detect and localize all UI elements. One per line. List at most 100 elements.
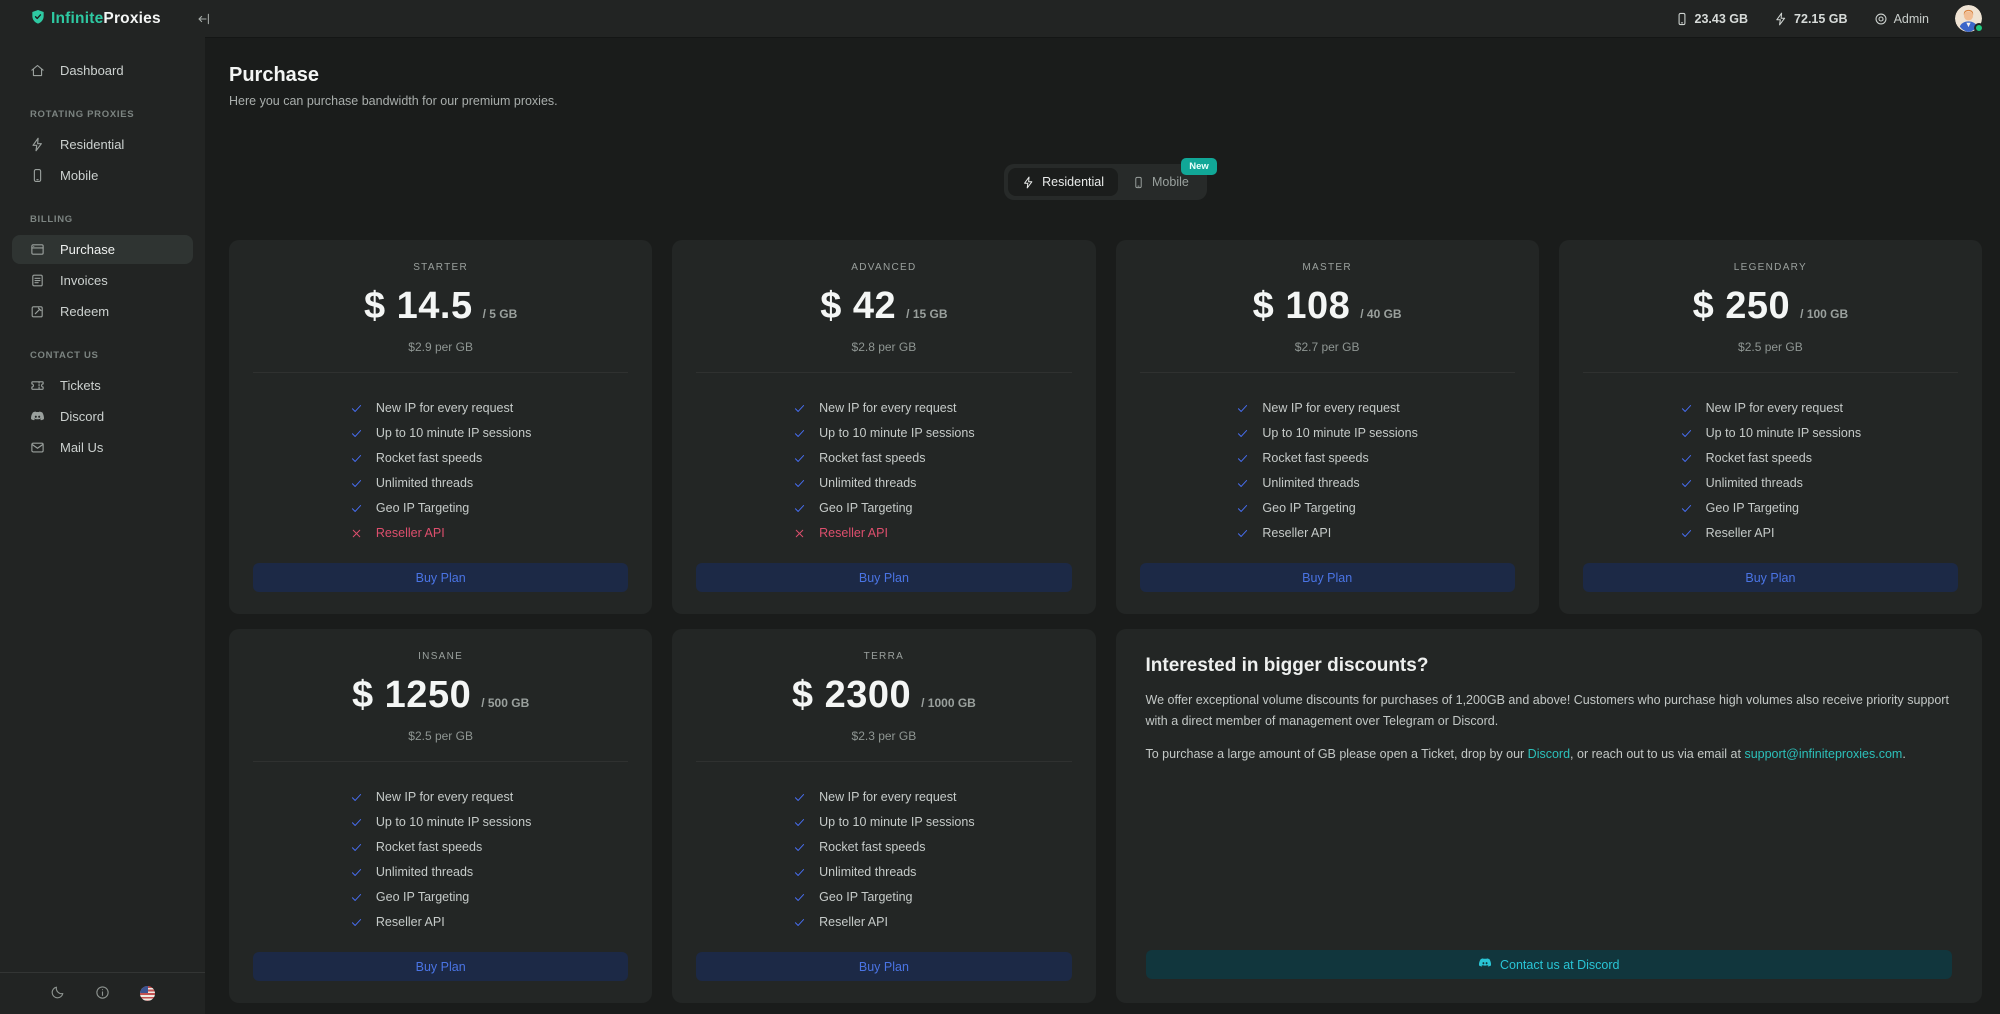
buy-plan-button[interactable]: Buy Plan [1583,563,1958,592]
check-icon [350,841,363,854]
feature-list: New IP for every requestUp to 10 minute … [793,790,974,929]
feature-item: Up to 10 minute IP sessions [1236,426,1417,440]
page-title: Purchase [229,64,1982,87]
check-icon [350,427,363,440]
feature-item: Geo IP Targeting [793,890,974,904]
plan-card-advanced: ADVANCED $ 42/ 15 GB $2.8 per GB New IP for… [672,240,1095,614]
feature-label: Rocket fast speeds [1262,451,1368,465]
feature-item: Unlimited threads [793,865,974,879]
collapse-sidebar-icon[interactable] [197,12,211,26]
sidebar-item-label: Dashboard [60,63,124,78]
plan-card-terra: TERRA$ 2300/ 1000 GB$2.3 per GBNew IP fo… [672,629,1095,1003]
lightning-icon [30,137,45,152]
check-icon [793,791,806,804]
section-label-rotating-proxies: ROTATING PROXIES [30,109,205,120]
feature-label: Reseller API [819,526,888,540]
feature-label: Up to 10 minute IP sessions [1706,426,1861,440]
tab-label: Mobile [1152,175,1189,189]
contact-discord-button[interactable]: Contact us at Discord [1146,950,1953,979]
feature-label: Up to 10 minute IP sessions [376,426,531,440]
feature-item: Reseller API [350,915,531,929]
buy-plan-button[interactable]: Buy Plan [1140,563,1515,592]
check-icon [1680,527,1693,540]
feature-label: New IP for every request [819,401,956,415]
plan-price-row: $ 42/ 15 GB [696,285,1071,328]
feature-item: Rocket fast speeds [793,451,974,465]
section-label-billing: BILLING [30,214,205,225]
feature-label: Rocket fast speeds [819,840,925,854]
buy-plan-button[interactable]: Buy Plan [253,952,628,981]
link-support-infiniteproxies-com[interactable]: support@infiniteproxies.com [1744,747,1902,761]
feature-item: New IP for every request [1680,401,1861,415]
feature-label: Reseller API [376,526,445,540]
check-icon [350,477,363,490]
feature-label: Geo IP Targeting [1262,501,1355,515]
divider [253,761,628,762]
feature-item: Reseller API [793,526,974,540]
mail-icon [30,440,45,455]
feature-label: Unlimited threads [819,865,916,879]
check-icon [793,502,806,515]
invoice-icon [30,273,45,288]
sidebar-item-residential[interactable]: Residential [12,130,193,159]
discount-paragraph-2: To purchase a large amount of GB please … [1146,744,1953,765]
sidebar-item-mail-us[interactable]: Mail Us [12,433,193,462]
check-icon [1680,427,1693,440]
feature-list: New IP for every requestUp to 10 minute … [350,790,531,929]
feature-label: Reseller API [819,915,888,929]
tab-residential[interactable]: Residential [1008,168,1118,196]
feature-item: Up to 10 minute IP sessions [793,426,974,440]
avatar[interactable] [1955,5,1982,32]
feature-label: Reseller API [376,915,445,929]
check-icon [350,452,363,465]
admin-role-chip[interactable]: Admin [1874,12,1929,26]
buy-plan-button[interactable]: Buy Plan [696,563,1071,592]
feature-item: New IP for every request [1236,401,1417,415]
sidebar-item-label: Discord [60,409,104,424]
feature-item: Unlimited threads [1680,476,1861,490]
feature-label: New IP for every request [376,401,513,415]
sidebar-item-label: Invoices [60,273,108,288]
feature-label: Reseller API [1262,526,1331,540]
ticket-icon [30,378,45,393]
plan-tier: TERRA [696,651,1071,662]
plan-quota: / 1000 GB [921,696,976,710]
link-discord[interactable]: Discord [1528,747,1570,761]
theme-toggle-button[interactable] [50,985,65,1003]
plan-rate: $2.8 per GB [696,340,1071,354]
language-button[interactable] [140,986,155,1001]
sidebar-item-invoices[interactable]: Invoices [12,266,193,295]
plan-tier: ADVANCED [696,262,1071,273]
tab-mobile[interactable]: MobileNew [1118,168,1203,196]
info-button[interactable] [95,985,110,1003]
feature-label: New IP for every request [819,790,956,804]
role-label: Admin [1894,12,1929,26]
sidebar-footer [0,972,205,1014]
plan-quota: / 40 GB [1360,307,1401,321]
discount-panel: Interested in bigger discounts?We offer … [1116,629,1983,1003]
buy-plan-button[interactable]: Buy Plan [696,952,1071,981]
sidebar-item-dashboard[interactable]: Dashboard [12,56,193,85]
check-icon [1680,402,1693,415]
plan-price-row: $ 250/ 100 GB [1583,285,1958,328]
sidebar-item-tickets[interactable]: Tickets [12,371,193,400]
text-segment: , or reach out to us via email at [1570,747,1744,761]
feature-item: Up to 10 minute IP sessions [1680,426,1861,440]
sidebar-item-redeem[interactable]: Redeem [12,297,193,326]
sidebar-item-discord[interactable]: Discord [12,402,193,431]
sidebar-item-purchase[interactable]: Purchase [12,235,193,264]
feature-item: Rocket fast speeds [793,840,974,854]
plan-rate: $2.5 per GB [253,729,628,743]
page-subtitle: Here you can purchase bandwidth for our … [229,94,1982,108]
plan-tier: LEGENDARY [1583,262,1958,273]
sidebar-item-label: Residential [60,137,124,152]
buy-plan-button[interactable]: Buy Plan [253,563,628,592]
sidebar-item-mobile[interactable]: Mobile [12,161,193,190]
brand-logo[interactable]: InfiniteProxies [0,0,205,38]
content-column: 23.43 GB72.15 GB Admin Purchase Here you… [205,0,2000,1014]
discord-icon [1478,956,1492,973]
card-icon [30,242,45,257]
check-icon [350,916,363,929]
proxy-type-tabbar: ResidentialMobileNew [229,164,1982,200]
discord-icon [30,409,45,424]
